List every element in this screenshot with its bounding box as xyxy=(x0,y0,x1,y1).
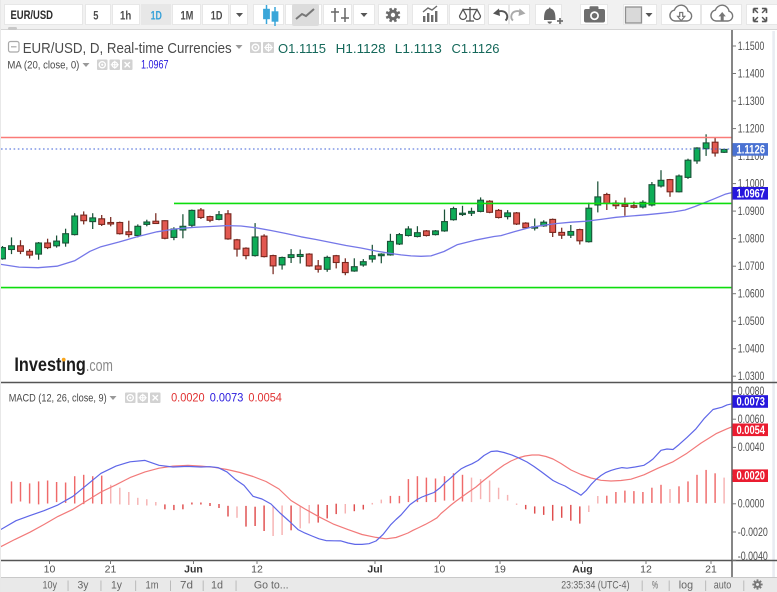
svg-text:7d: 7d xyxy=(180,580,193,592)
svg-text:0.0073: 0.0073 xyxy=(210,393,244,405)
svg-text:|: | xyxy=(202,580,205,592)
svg-text:1.0500: 1.0500 xyxy=(738,316,765,328)
svg-text:21: 21 xyxy=(705,564,717,576)
svg-text:|: | xyxy=(169,580,172,592)
svg-text:O1.1115: O1.1115 xyxy=(278,42,326,56)
svg-text:MA (20, close, 0): MA (20, close, 0) xyxy=(7,60,79,72)
svg-text:1h: 1h xyxy=(120,9,131,23)
svg-text:1.1300: 1.1300 xyxy=(738,96,765,108)
svg-text:0.0054: 0.0054 xyxy=(248,393,282,405)
svg-text:1.0967: 1.0967 xyxy=(141,60,169,72)
svg-text:EUR/USD: EUR/USD xyxy=(11,10,54,22)
svg-text:|: | xyxy=(742,580,745,592)
svg-text:0.0020: 0.0020 xyxy=(737,471,766,483)
svg-text:1.0967: 1.0967 xyxy=(737,188,766,200)
svg-text:1D: 1D xyxy=(211,9,223,23)
svg-text:Go to...: Go to... xyxy=(254,580,289,592)
svg-text:1.0800: 1.0800 xyxy=(738,233,765,245)
svg-text:0.0054: 0.0054 xyxy=(737,425,766,437)
svg-text:.com: .com xyxy=(86,357,113,375)
svg-text:21: 21 xyxy=(105,564,117,576)
svg-text:1d: 1d xyxy=(211,580,223,592)
svg-text:1.0600: 1.0600 xyxy=(738,288,765,300)
svg-text:1M: 1M xyxy=(181,9,194,23)
svg-text:10: 10 xyxy=(44,564,56,576)
svg-text:0.0020: 0.0020 xyxy=(171,393,205,405)
svg-text:|: | xyxy=(134,580,137,592)
svg-text:L1.1113: L1.1113 xyxy=(395,42,442,56)
svg-text:1.1500: 1.1500 xyxy=(738,41,765,53)
svg-text:MACD (12, 26, close, 9): MACD (12, 26, close, 9) xyxy=(9,393,107,405)
svg-text:12: 12 xyxy=(640,564,652,576)
svg-text:1.0700: 1.0700 xyxy=(738,261,765,273)
svg-text:-0.0040: -0.0040 xyxy=(738,551,768,563)
svg-text:19: 19 xyxy=(494,564,506,576)
svg-text:auto: auto xyxy=(714,580,732,592)
svg-text:0.0000: 0.0000 xyxy=(738,499,765,511)
svg-text:|: | xyxy=(704,580,707,592)
svg-text:1.1126: 1.1126 xyxy=(737,144,766,156)
svg-text:1D: 1D xyxy=(151,9,163,23)
svg-text:|: | xyxy=(235,580,238,592)
svg-text:-0.0020: -0.0020 xyxy=(738,527,768,539)
svg-text:Investing: Investing xyxy=(14,354,86,376)
svg-text:1.0400: 1.0400 xyxy=(738,344,765,356)
svg-text:%: % xyxy=(652,580,658,592)
svg-text:0.0040: 0.0040 xyxy=(738,442,765,454)
svg-text:10y: 10y xyxy=(43,580,58,592)
svg-text:|: | xyxy=(641,580,644,592)
svg-text:23:35:34 (UTC-4): 23:35:34 (UTC-4) xyxy=(561,580,629,592)
svg-text:|: | xyxy=(67,580,70,592)
svg-text:Jun: Jun xyxy=(184,564,203,576)
svg-text:1.0900: 1.0900 xyxy=(738,206,765,218)
svg-text:1.1200: 1.1200 xyxy=(738,123,765,135)
svg-text:10: 10 xyxy=(434,564,446,576)
svg-text:3y: 3y xyxy=(78,580,89,592)
svg-text:H1.1128: H1.1128 xyxy=(336,42,386,56)
svg-text:|: | xyxy=(668,580,671,592)
svg-text:1y: 1y xyxy=(111,580,122,592)
svg-text:1m: 1m xyxy=(146,580,159,592)
svg-text:1.0300: 1.0300 xyxy=(738,371,765,383)
svg-text:|: | xyxy=(100,580,103,592)
svg-text:log: log xyxy=(679,580,693,592)
svg-text:1.1400: 1.1400 xyxy=(738,68,765,80)
svg-text:12: 12 xyxy=(251,564,263,576)
svg-text:EUR/USD, D, Real-time Currenci: EUR/USD, D, Real-time Currencies xyxy=(23,40,232,57)
svg-text:Aug: Aug xyxy=(572,564,592,576)
svg-text:0.0073: 0.0073 xyxy=(737,397,766,409)
svg-text:Jul: Jul xyxy=(367,564,382,576)
svg-text:5: 5 xyxy=(93,9,98,23)
svg-text:C1.1126: C1.1126 xyxy=(452,42,500,56)
